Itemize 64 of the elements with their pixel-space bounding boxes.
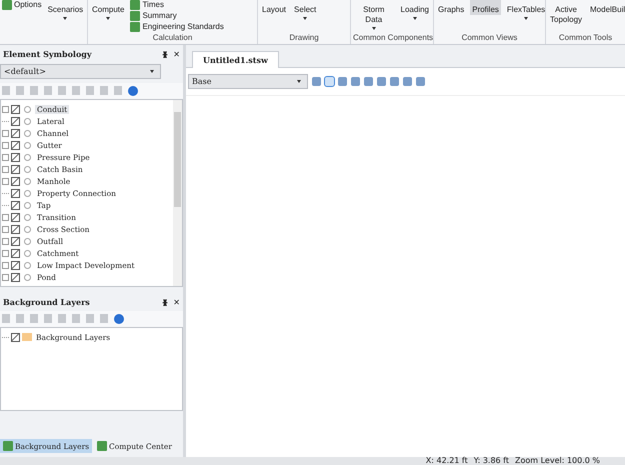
pin-button[interactable]: ᚕ: [162, 50, 168, 58]
checkbox[interactable]: [11, 140, 20, 150]
ribbon-button[interactable]: ModelBuil: [588, 0, 625, 15]
ribbon-button[interactable]: Options: [2, 0, 42, 10]
ribbon-button[interactable]: Profiles: [470, 0, 501, 15]
expand-icon[interactable]: [2, 130, 9, 136]
ribbon-button[interactable]: Select: [292, 0, 318, 22]
ribbon-button[interactable]: Compute: [90, 0, 126, 22]
checkbox[interactable]: [11, 248, 20, 258]
scrollbar[interactable]: [173, 100, 182, 286]
group-label: Common Components: [353, 33, 431, 44]
ribbon-button[interactable]: Engineering Standards: [130, 22, 224, 32]
expand-icon[interactable]: [2, 142, 9, 148]
checkbox[interactable]: [11, 332, 20, 342]
expand-icon[interactable]: [2, 154, 9, 160]
checkbox[interactable]: [11, 224, 20, 234]
checkbox[interactable]: [11, 188, 20, 198]
close-button[interactable]: ✕: [173, 298, 180, 306]
checkbox[interactable]: [11, 272, 20, 282]
status-text: X: 42.21 ft: [426, 457, 468, 465]
group-label: Calculation: [152, 33, 194, 44]
expand-icon[interactable]: [2, 178, 9, 184]
checkbox[interactable]: [11, 212, 20, 222]
caret-icon: [297, 80, 301, 83]
panel-title: Element Symbology: [3, 49, 93, 59]
checkbox[interactable]: [11, 116, 20, 126]
pin-button[interactable]: ᚕ: [162, 298, 168, 306]
expand-icon[interactable]: [2, 262, 9, 268]
expand-icon[interactable]: [2, 250, 9, 256]
folder-icon: [22, 333, 32, 341]
group-label: Drawing: [288, 33, 320, 44]
scenario-dropdown[interactable]: Base: [188, 74, 308, 89]
dropdown[interactable]: <default>: [0, 64, 161, 79]
expand-icon[interactable]: [2, 274, 9, 280]
caret-icon: [150, 70, 154, 73]
group-label: Common Views: [460, 33, 518, 44]
expand-icon[interactable]: [2, 106, 9, 112]
checkbox[interactable]: [11, 104, 20, 114]
ribbon-button[interactable]: FlexTables: [504, 0, 548, 22]
ribbon-button[interactable]: Loading: [398, 0, 431, 22]
ribbon-button[interactable]: Layout: [260, 0, 288, 15]
expand-icon[interactable]: [2, 238, 9, 244]
document-tab[interactable]: Untitled1.stsw: [192, 51, 279, 68]
checkbox[interactable]: [11, 152, 20, 162]
ribbon-button[interactable]: Summary: [130, 11, 224, 21]
ribbon-button[interactable]: Scenarios: [46, 0, 86, 22]
ribbon-button[interactable]: Graphs: [436, 0, 466, 15]
checkbox[interactable]: [11, 128, 20, 138]
expand-icon[interactable]: [2, 226, 9, 232]
checkbox[interactable]: [11, 164, 20, 174]
ribbon-button[interactable]: Active Topology: [548, 0, 584, 25]
checkbox[interactable]: [11, 236, 20, 246]
status-text: Zoom Level: 100.0 %: [514, 457, 600, 465]
close-button[interactable]: ✕: [173, 50, 180, 58]
group-label: Common Tools: [558, 33, 614, 44]
checkbox[interactable]: [11, 176, 20, 186]
expand-icon[interactable]: [2, 214, 9, 220]
ribbon-button[interactable]: Times: [130, 0, 224, 10]
ribbon-button[interactable]: Storm Data: [353, 0, 395, 32]
checkbox[interactable]: [11, 200, 20, 210]
expand-icon[interactable]: [2, 166, 9, 172]
panel-title: Background Layers: [3, 297, 91, 307]
status-text: Y: 3.86 ft: [474, 457, 509, 465]
checkbox[interactable]: [11, 260, 20, 270]
